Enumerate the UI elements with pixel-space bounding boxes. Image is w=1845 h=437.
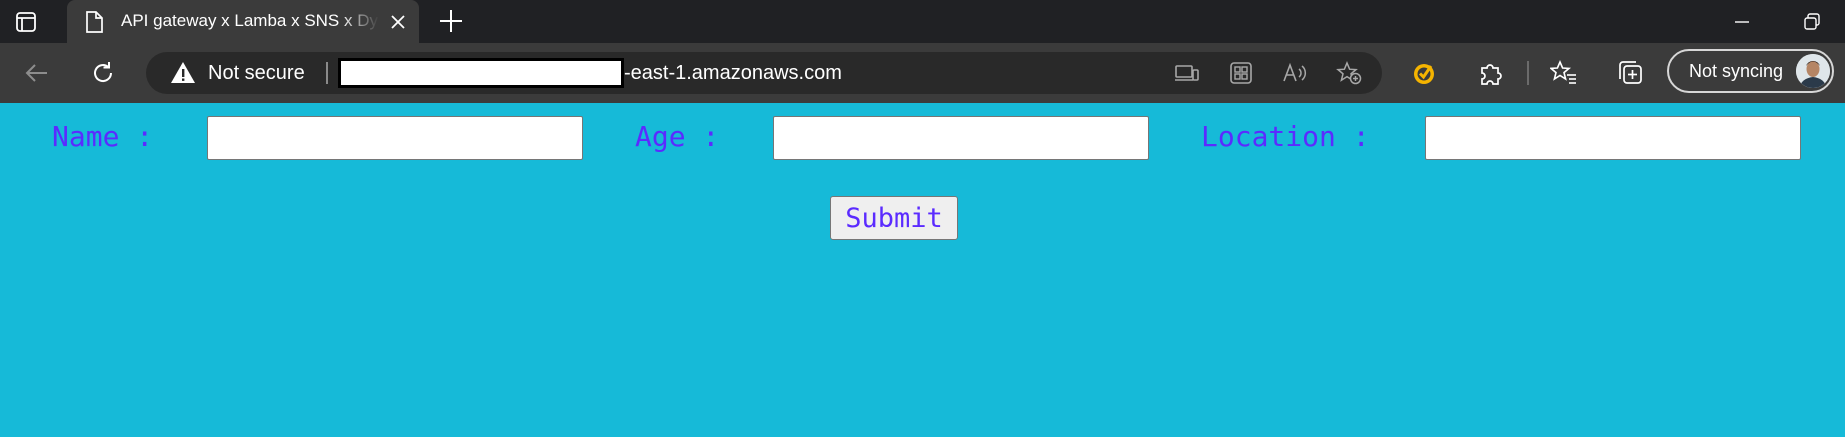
plus-icon[interactable] [438, 8, 464, 34]
favorites-icon[interactable] [1550, 59, 1578, 87]
browser-toolbar: Not secure -east-1.amazonaws.com Not syn… [0, 43, 1845, 103]
minimize-icon[interactable] [1730, 12, 1754, 32]
age-label: Age : [635, 120, 720, 153]
security-label[interactable]: Not secure [208, 62, 305, 85]
restore-icon[interactable] [1800, 10, 1824, 34]
reload-icon[interactable] [89, 59, 117, 87]
profile-button[interactable]: Not syncing [1667, 49, 1834, 93]
avatar [1796, 54, 1830, 88]
location-label: Location : [1201, 120, 1370, 153]
document-icon [83, 10, 105, 34]
name-input[interactable] [207, 116, 583, 160]
read-aloud-icon[interactable] [1282, 61, 1308, 85]
address-bar[interactable]: Not secure -east-1.amazonaws.com [146, 52, 1382, 94]
norton-extension-icon[interactable] [1410, 59, 1438, 87]
device-icon[interactable] [1174, 61, 1200, 85]
url-text[interactable]: -east-1.amazonaws.com [624, 62, 842, 85]
redacted-url-portion [338, 58, 624, 88]
add-favorite-icon[interactable] [1336, 61, 1362, 85]
divider [326, 62, 328, 84]
close-icon[interactable] [388, 12, 408, 32]
tab-title: API gateway x Lamba x SNS x DynamoDB [121, 11, 379, 30]
back-arrow-icon[interactable] [23, 59, 51, 87]
toolbar-divider [1527, 61, 1529, 85]
tab-actions-icon[interactable] [14, 10, 38, 34]
profile-label: Not syncing [1689, 61, 1784, 81]
warning-icon[interactable] [170, 61, 196, 85]
collections-icon[interactable] [1616, 59, 1644, 87]
tab-strip: API gateway x Lamba x SNS x DynamoDB [0, 0, 1845, 43]
submit-button[interactable]: Submit [830, 196, 958, 240]
location-input[interactable] [1425, 116, 1801, 160]
puzzle-icon[interactable] [1477, 59, 1505, 87]
active-tab[interactable]: API gateway x Lamba x SNS x DynamoDB [67, 0, 419, 43]
name-label: Name : [52, 120, 154, 153]
age-input[interactable] [773, 116, 1149, 160]
apps-icon[interactable] [1228, 61, 1254, 85]
